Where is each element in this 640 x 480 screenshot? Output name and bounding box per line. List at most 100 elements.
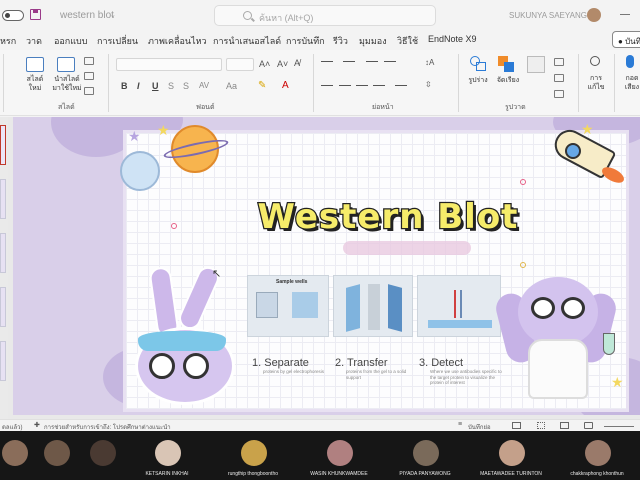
font-size-combo[interactable] (226, 58, 254, 71)
figure-transfer[interactable] (333, 275, 413, 337)
new-slide-label[interactable]: สไลด์ ใหม่ (20, 75, 50, 93)
font-color-icon[interactable]: A (282, 80, 289, 91)
slide-thumbnail-3[interactable] (0, 233, 6, 273)
participant-tile[interactable] (0, 431, 30, 480)
tab-7[interactable]: รีวิว (333, 34, 348, 48)
align-left-icon[interactable] (321, 85, 333, 87)
shape-fill-icon[interactable] (554, 58, 564, 66)
tab-0[interactable]: หรก (0, 34, 16, 48)
step-description[interactable]: proteins by gel electrophoresis (263, 369, 335, 375)
figure-detect[interactable] (417, 275, 501, 337)
grow-font-icon[interactable]: A˄ (259, 59, 270, 69)
tab-1[interactable]: วาด (26, 34, 42, 48)
char-spacing-icon[interactable]: AV (199, 81, 209, 90)
document-title[interactable]: western blot (60, 10, 114, 21)
shapes-icon[interactable] (470, 56, 488, 72)
tab-4[interactable]: ภาพเคลื่อนไหว (148, 34, 207, 48)
underline-button[interactable]: U (152, 81, 159, 91)
autosave-toggle[interactable] (2, 10, 24, 21)
step-label[interactable]: 3. Detect (419, 357, 463, 369)
font-name-combo[interactable] (116, 58, 222, 71)
reuse-slide-icon[interactable] (57, 57, 75, 72)
slide-thumbnail-2[interactable] (0, 179, 6, 219)
slide-sorter-icon[interactable] (537, 422, 545, 429)
editing-label[interactable]: การ แก้ไข (584, 74, 608, 92)
step-label[interactable]: 2. Transfer (335, 357, 388, 369)
change-case-icon[interactable]: Aa (226, 81, 237, 91)
shape-outline-icon[interactable] (554, 74, 564, 82)
reset-icon[interactable] (84, 72, 94, 80)
clear-format-icon[interactable]: A̸ (294, 58, 300, 68)
shadow-icon[interactable]: S (183, 81, 189, 91)
highlight-icon[interactable]: ✎ (258, 80, 266, 91)
chevron-down-icon[interactable]: ⌄ (110, 11, 116, 19)
align-text-icon[interactable]: ⇳ (425, 80, 432, 89)
normal-view-icon[interactable] (512, 422, 521, 429)
slide-thumbnail-5[interactable] (0, 341, 6, 381)
zoom-slider[interactable] (604, 426, 634, 427)
shrink-font-icon[interactable]: A˅ (277, 59, 288, 69)
arrange-label[interactable]: จัดเรียง (493, 76, 523, 85)
arrange-icon[interactable] (498, 56, 516, 72)
step-label[interactable]: 1. Separate (252, 357, 309, 369)
notes-icon[interactable]: ≡ (458, 421, 462, 428)
shape-effects-icon[interactable] (554, 90, 564, 98)
slide-thumbnail-1[interactable] (0, 125, 6, 165)
align-center-icon[interactable] (339, 85, 351, 87)
ribbon-tabs: หรก วาด ออกแบบ การเปลี่ยน ภาพเคลื่อนไหว … (0, 31, 640, 49)
tab-8[interactable]: มุมมอง (359, 34, 387, 48)
quick-styles-icon[interactable] (527, 56, 545, 73)
bold-button[interactable]: B (121, 81, 128, 91)
strikethrough-icon[interactable]: S (168, 81, 174, 91)
slideshow-icon[interactable] (584, 422, 593, 429)
tab-9[interactable]: วิธีใช้ (397, 34, 418, 48)
text-direction-icon[interactable]: ↕A (425, 58, 434, 67)
section-icon[interactable] (84, 87, 94, 95)
subtitle-placeholder[interactable] (343, 241, 471, 255)
align-right-icon[interactable] (356, 85, 368, 87)
microphone-icon[interactable] (626, 55, 634, 68)
figure-separate[interactable]: Sample wells (247, 275, 329, 337)
save-icon[interactable] (30, 9, 41, 20)
slide-thumbnail-4[interactable] (0, 287, 6, 327)
search-box[interactable]: ค้นหา (Alt+Q) (214, 5, 436, 26)
minimize-button[interactable] (620, 14, 630, 15)
decrease-indent-icon[interactable] (366, 61, 378, 63)
participant-tile[interactable]: WASIN KHUNKWAMDEE (298, 431, 382, 480)
participant-tile[interactable]: rungthip thongboontho (212, 431, 296, 480)
participant-tile[interactable] (38, 431, 78, 480)
slide-title[interactable]: Western Blot (228, 196, 548, 239)
dictate-label[interactable]: กอด เสียง (620, 74, 640, 92)
tab-10[interactable]: EndNote X9 (428, 34, 477, 44)
shapes-label[interactable]: รูปร่าง (465, 76, 491, 85)
avatar[interactable] (587, 8, 601, 22)
step-description[interactable]: proteins from the gel to a solid support (346, 369, 418, 380)
find-icon[interactable] (590, 56, 600, 66)
reuse-slide-label[interactable]: นำสไลด์ มาใช้ใหม่ (50, 75, 84, 93)
columns-icon[interactable] (395, 85, 407, 87)
reading-view-icon[interactable] (560, 422, 569, 429)
antibody-image (454, 290, 462, 318)
slide[interactable]: ★ ★ ★ ★ Western Blot Sample wells 1. Sep… (13, 117, 640, 415)
bullets-icon[interactable] (321, 61, 333, 63)
tab-3[interactable]: การเปลี่ยน (97, 34, 138, 48)
accessibility-icon[interactable]: ✚ (34, 421, 40, 429)
tab-5[interactable]: การนำเสนอสไลด์ (213, 34, 281, 48)
participant-tile[interactable]: KETSARIN INKHAI (126, 431, 210, 480)
justify-icon[interactable] (373, 85, 385, 87)
step-description[interactable]: Where we use antibodies specific to the … (430, 369, 502, 386)
tab-6[interactable]: การบันทึก (286, 34, 325, 48)
user-name[interactable]: SUKUNYA SAEYANG (509, 11, 587, 20)
participant-tile[interactable]: MAETAWADEE TURINTON (470, 431, 554, 480)
increase-indent-icon[interactable] (384, 61, 396, 63)
italic-button[interactable]: I (137, 81, 140, 91)
numbering-icon[interactable] (343, 61, 355, 63)
layout-icon[interactable] (84, 57, 94, 65)
new-slide-icon[interactable] (26, 57, 44, 72)
transfer-image (368, 284, 380, 330)
tab-2[interactable]: ออกแบบ (54, 34, 88, 48)
share-button[interactable]: ● บันทึ (612, 31, 640, 48)
participant-tile[interactable]: PIYADA PANYAWONG (384, 431, 468, 480)
participant-tile[interactable]: chakkraphong khonthun (556, 431, 640, 480)
participant-tile[interactable] (84, 431, 124, 480)
